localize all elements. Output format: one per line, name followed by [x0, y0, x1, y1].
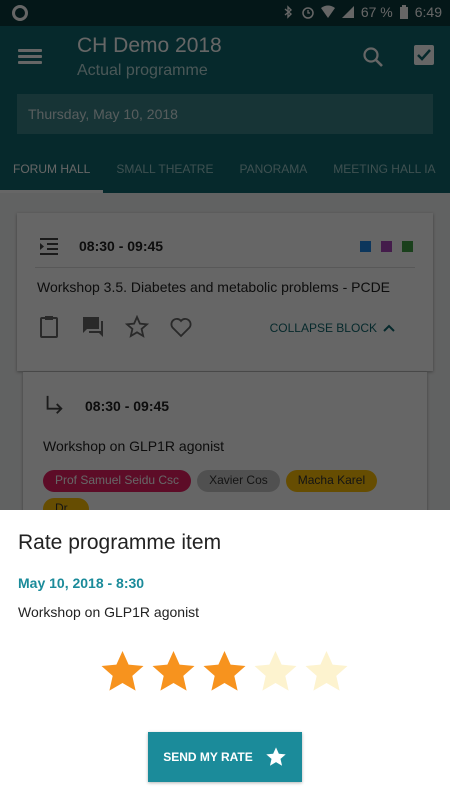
sheet-title: Rate programme item	[18, 531, 222, 554]
tab-forum-hall[interactable]: FORUM HALL	[0, 150, 104, 193]
hall-tabs: FORUM HALL SMALL THEATRE PANORAMA MEETIN…	[0, 150, 450, 193]
tab-small-theatre[interactable]: SMALL THEATRE	[103, 150, 226, 193]
speaker-chip[interactable]: Dr...	[43, 498, 90, 510]
block-title: Workshop 3.5. Diabetes and metabolic pro…	[37, 279, 391, 295]
collapse-block-button[interactable]: COLLAPSE BLOCK	[270, 321, 395, 335]
star-filled-icon[interactable]	[202, 650, 247, 693]
star-outline-icon[interactable]	[125, 315, 149, 339]
star-empty-icon[interactable]	[253, 650, 298, 693]
programme-item-card[interactable]: 08:30 - 09:45 Workshop on GLP1R agonist …	[23, 372, 427, 510]
clipboard-icon[interactable]	[37, 315, 61, 339]
notification-icon	[12, 5, 28, 21]
speaker-chip[interactable]: Prof Samuel Seidu Csc	[43, 470, 192, 492]
battery-percent: 67 %	[360, 4, 393, 20]
tag-color-dot	[402, 241, 413, 252]
app-toolbar: CH Demo 2018 Actual programme Thursday, …	[0, 26, 450, 193]
speaker-chip[interactable]: Xavier Cos	[197, 470, 280, 492]
clock: 6:49	[414, 4, 442, 20]
app-title: CH Demo 2018	[77, 34, 222, 57]
item-title: Workshop on GLP1R agonist	[43, 438, 225, 454]
send-rate-button[interactable]: SEND MY RATE	[148, 732, 302, 782]
tab-panorama[interactable]: PANORAMA	[226, 150, 320, 193]
star-filled-icon[interactable]	[100, 650, 145, 693]
programme-block-card: 08:30 - 09:45 Workshop 3.5. Diabetes and…	[17, 213, 433, 371]
wifi-icon	[320, 5, 335, 18]
block-time: 08:30 - 09:45	[79, 238, 164, 254]
tab-meeting-hall-ia[interactable]: MEETING HALL IA	[320, 150, 448, 193]
tag-color-dot	[381, 241, 392, 252]
app-background: 67 % 6:49 CH Demo 2018 Actual programme …	[0, 0, 450, 510]
star-filled-icon[interactable]	[151, 650, 196, 693]
item-time: 08:30 - 09:45	[85, 398, 170, 414]
alarm-icon	[302, 7, 314, 19]
rate-bottom-sheet: Rate programme item May 10, 2018 - 8:30 …	[0, 510, 450, 800]
comments-icon[interactable]	[81, 315, 105, 339]
block-tag-colors	[360, 241, 413, 252]
menu-icon[interactable]	[18, 46, 42, 66]
sheet-item-title: Workshop on GLP1R agonist	[18, 604, 200, 620]
signal-icon	[341, 6, 354, 18]
collapse-block-label: COLLAPSE BLOCK	[269, 321, 377, 335]
block-list-icon	[40, 238, 58, 255]
send-rate-label: SEND MY RATE	[163, 750, 253, 764]
status-bar: 67 % 6:49	[0, 0, 450, 26]
star-icon	[266, 747, 286, 766]
sheet-date: May 10, 2018 - 8:30	[18, 575, 145, 591]
star-empty-icon[interactable]	[304, 650, 349, 693]
checkbox-icon[interactable]	[413, 44, 435, 66]
speaker-chip[interactable]: Macha Karel	[285, 470, 378, 492]
date-selector[interactable]: Thursday, May 10, 2018	[17, 94, 433, 134]
bluetooth-icon	[284, 5, 292, 19]
speaker-chips: Prof Samuel Seidu Csc Xavier Cos Macha K…	[43, 470, 423, 510]
heart-outline-icon[interactable]	[169, 315, 193, 339]
chevron-up-icon	[383, 324, 395, 332]
subitem-arrow-icon	[46, 395, 63, 414]
divider	[35, 267, 415, 268]
battery-icon	[399, 5, 408, 19]
app-subtitle: Actual programme	[77, 62, 208, 79]
search-icon[interactable]	[362, 46, 384, 68]
tag-color-dot	[360, 241, 371, 252]
rating-stars	[100, 650, 349, 693]
